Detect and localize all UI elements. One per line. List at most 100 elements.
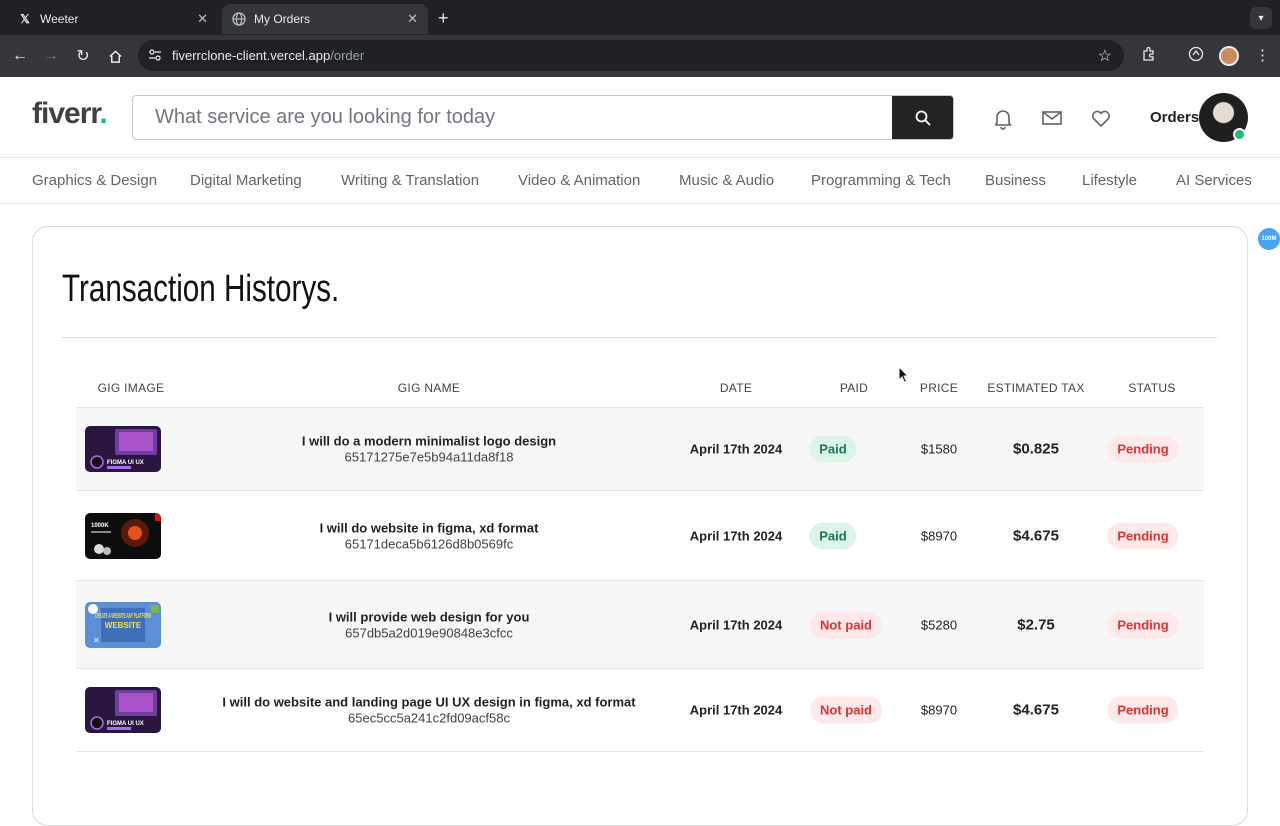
title-divider	[62, 337, 1217, 338]
browser-toolbar: ← → ↻ fiverrclone-client.vercel.app/orde…	[0, 35, 1280, 77]
search-button[interactable]	[892, 96, 953, 139]
logo-text: fiverr	[32, 97, 100, 130]
price: $8970	[920, 702, 958, 718]
header-date: DATE	[719, 381, 753, 395]
gig-name-cell: I will do website and landing page UI UX…	[222, 695, 635, 726]
order-date: April 17th 2024	[689, 617, 783, 632]
orders-table: GIG IMAGE GIG NAME DATE PAID PRICE ESTIM…	[76, 374, 1204, 752]
thumb-caption: CREATE A WEBSITE ANY PLATFORM	[95, 613, 151, 620]
back-icon[interactable]: ←	[10, 46, 30, 66]
category-writing-translation[interactable]: Writing & Translation	[341, 172, 479, 189]
status-badge: Pending	[1107, 435, 1179, 463]
browser-tab-bar: 𝕏 Weeter ✕ My Orders ✕ + ▾	[0, 0, 1280, 35]
thumb-caption: FIGMA UI UX	[107, 721, 144, 727]
category-programming-tech[interactable]: Programming & Tech	[811, 172, 951, 189]
page-title: Transaction Historys.	[62, 268, 340, 310]
gig-id: 65ec5cc5a241c2fd09acf58c	[348, 710, 510, 726]
extension-shield-icon[interactable]	[1188, 46, 1204, 66]
logo-dot: .	[99, 97, 107, 130]
thumb-caption: 1000K	[91, 523, 109, 529]
table-header: GIG IMAGE GIG NAME DATE PAID PRICE ESTIM…	[76, 374, 1204, 408]
header-gig-name: GIG NAME	[397, 381, 461, 395]
status-badge: Pending	[1107, 522, 1179, 549]
thumb-caption: FIGMA UI UX	[107, 460, 144, 466]
status-badge: Pending	[1107, 696, 1179, 724]
header-gig-image: GIG IMAGE	[97, 381, 165, 395]
gig-name[interactable]: I will do website in figma, xd format	[320, 520, 539, 535]
thumb-caption-line: WEBSITE	[105, 621, 142, 630]
gig-id: 657db5a2d019e90848e3cfcc	[345, 625, 513, 640]
site-info-icon[interactable]	[148, 48, 162, 62]
estimated-tax: $4.675	[1013, 527, 1059, 544]
gig-id: 65171deca5b6126d8b0569fc	[344, 536, 514, 551]
search-input[interactable]	[133, 96, 892, 139]
close-icon[interactable]: ✕	[197, 11, 208, 27]
side-extension-badge[interactable]: 100M	[1258, 228, 1280, 250]
bell-icon[interactable]	[991, 106, 1015, 130]
order-date: April 17th 2024	[689, 441, 783, 457]
new-tab-icon[interactable]: +	[438, 8, 449, 29]
more-menu-icon[interactable]: ⋮	[1255, 46, 1270, 64]
online-status-dot	[1233, 128, 1246, 141]
gig-thumbnail[interactable]: 1000K	[85, 512, 161, 559]
tab-title: My Orders	[254, 12, 311, 26]
fiverr-logo[interactable]: fiverr.	[32, 97, 108, 131]
home-icon[interactable]	[105, 46, 125, 66]
header-paid: PAID	[839, 381, 869, 395]
mail-icon[interactable]	[1040, 106, 1064, 130]
category-business[interactable]: Business	[985, 172, 1046, 189]
gig-name-cell: I will provide web design for you 657db5…	[329, 609, 530, 640]
category-digital-marketing[interactable]: Digital Marketing	[190, 172, 302, 189]
table-row[interactable]: FIGMA UI UX I will do a modern minimalis…	[76, 408, 1204, 491]
gig-thumbnail[interactable]: FIGMA UI UX	[85, 426, 161, 472]
mouse-cursor-icon	[898, 366, 910, 384]
tab-my-orders[interactable]: My Orders ✕	[222, 4, 428, 34]
close-icon[interactable]: ✕	[407, 11, 418, 27]
url-bar[interactable]: fiverrclone-client.vercel.app/order ☆	[138, 40, 1124, 71]
tab-title: Weeter	[40, 12, 79, 26]
reload-icon[interactable]: ↻	[73, 46, 93, 66]
search-icon	[915, 110, 930, 125]
globe-icon	[232, 12, 246, 26]
order-date: April 17th 2024	[689, 702, 783, 718]
header-price: PRICE	[919, 381, 959, 395]
gig-name-cell: I will do a modern minimalist logo desig…	[302, 434, 556, 465]
category-video-animation[interactable]: Video & Animation	[518, 172, 640, 189]
category-nav: Graphics & Design Digital Marketing Writ…	[0, 158, 1280, 204]
url-path: /order	[330, 48, 365, 63]
url-host: fiverrclone-client.vercel.app	[172, 48, 331, 63]
gig-name-cell: I will do website in figma, xd format 65…	[320, 520, 539, 551]
table-row[interactable]: CREATE A WEBSITE ANY PLATFORM WEBSITE ✕ …	[76, 581, 1204, 669]
bookmark-star-icon[interactable]: ☆	[1098, 46, 1112, 66]
estimated-tax: $4.675	[1013, 701, 1059, 719]
estimated-tax: $2.75	[1017, 616, 1055, 633]
browser-profile-avatar[interactable]	[1219, 46, 1239, 66]
gig-name[interactable]: I will do website and landing page UI UX…	[222, 695, 635, 710]
category-lifestyle[interactable]: Lifestyle	[1082, 172, 1137, 189]
gig-name[interactable]: I will do a modern minimalist logo desig…	[302, 434, 556, 449]
gig-name[interactable]: I will provide web design for you	[329, 609, 530, 624]
orders-link[interactable]: Orders	[1150, 109, 1199, 126]
header-estimated-tax: ESTIMATED TAX	[987, 381, 1085, 395]
gig-id: 65171275e7e5b94a11da8f18	[344, 449, 514, 465]
forward-icon[interactable]: →	[41, 46, 61, 66]
header-status: STATUS	[1128, 381, 1176, 395]
estimated-tax: $0.825	[1013, 440, 1059, 458]
gig-thumbnail[interactable]: CREATE A WEBSITE ANY PLATFORM WEBSITE ✕	[85, 601, 161, 648]
tab-weeter[interactable]: 𝕏 Weeter ✕	[8, 4, 218, 34]
table-row[interactable]: FIGMA UI UX I will do website and landin…	[76, 669, 1204, 752]
search-bar	[132, 95, 954, 140]
svg-text:✕: ✕	[93, 636, 100, 645]
category-ai-services[interactable]: AI Services	[1176, 172, 1252, 189]
gig-thumbnail[interactable]: FIGMA UI UX	[85, 687, 161, 733]
chevron-down-icon[interactable]: ▾	[1250, 7, 1272, 29]
category-music-audio[interactable]: Music & Audio	[679, 172, 774, 189]
extensions-icon[interactable]	[1141, 46, 1157, 66]
price: $5280	[920, 617, 958, 632]
category-graphics-design[interactable]: Graphics & Design	[32, 172, 157, 189]
table-row[interactable]: 1000K I will do website in figma, xd for…	[76, 491, 1204, 581]
price: $1580	[920, 441, 958, 457]
heart-icon[interactable]	[1089, 106, 1113, 130]
price: $8970	[920, 528, 958, 543]
paid-badge: Paid	[809, 435, 857, 463]
